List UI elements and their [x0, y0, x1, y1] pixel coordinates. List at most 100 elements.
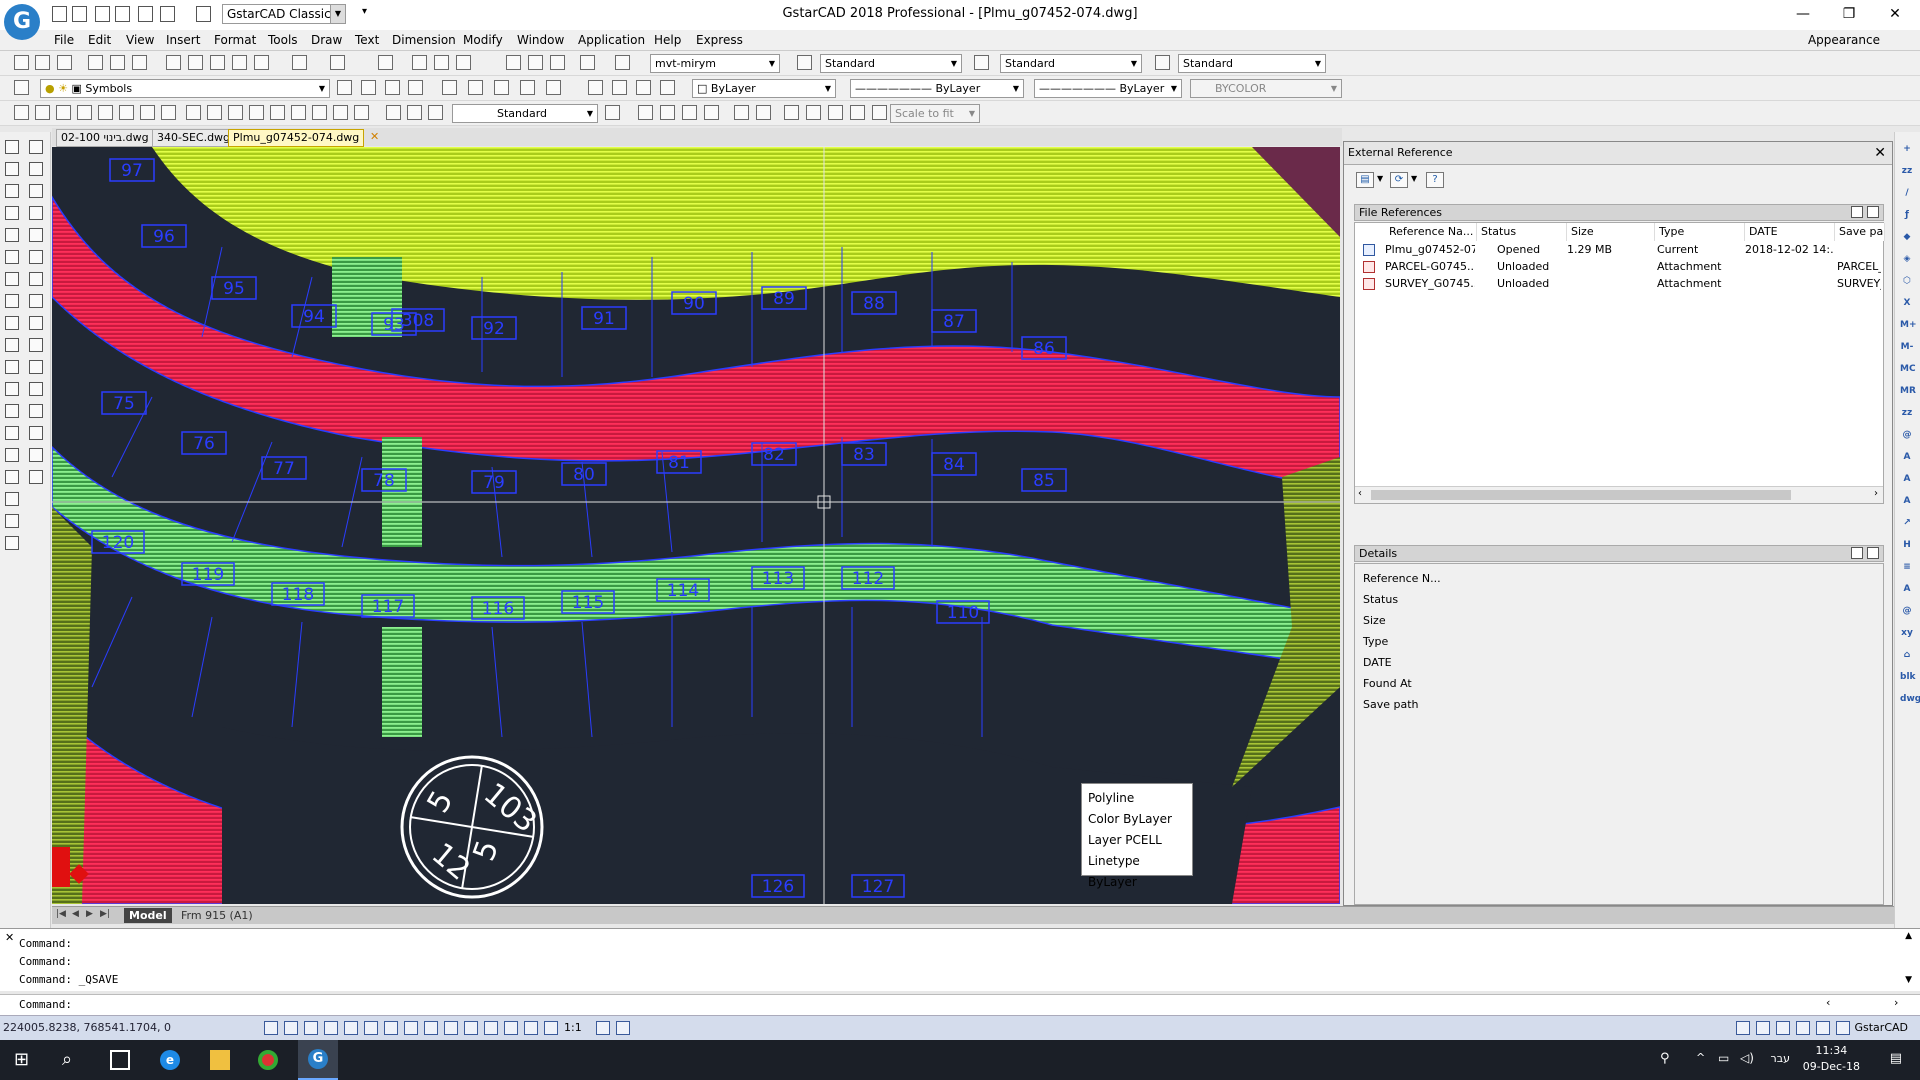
workspace-gear-icon[interactable]: [1736, 1021, 1750, 1035]
menu-view[interactable]: View: [126, 33, 154, 47]
scroll-right-icon[interactable]: ›: [1874, 488, 1878, 499]
doc-tab-340-sec[interactable]: 340-SEC.dwg: [152, 129, 236, 147]
quick-props-icon[interactable]: [464, 1021, 478, 1035]
layer-freeze-icon[interactable]: [468, 80, 483, 95]
express-polygon-icon[interactable]: ⬡: [1900, 274, 1914, 288]
minimize-button[interactable]: —: [1780, 0, 1826, 28]
people-icon[interactable]: ⚲: [1660, 1051, 1670, 1066]
col-status[interactable]: Status: [1477, 223, 1567, 241]
layer-select[interactable]: ● ☀ ▣ Symbols ▼: [40, 79, 330, 98]
table-icon[interactable]: [5, 492, 19, 506]
match-properties-icon[interactable]: [232, 55, 247, 70]
orbit-icon[interactable]: [828, 105, 843, 120]
linear-dim-icon[interactable]: [14, 105, 29, 120]
open-file-icon[interactable]: [72, 6, 87, 22]
new-file-icon[interactable]: [52, 6, 67, 22]
paste-icon[interactable]: [210, 55, 225, 70]
grid-icon[interactable]: [284, 1021, 298, 1035]
scale-icon[interactable]: [29, 294, 43, 308]
redo-icon[interactable]: [330, 55, 345, 70]
linetype-select[interactable]: ——————— ByLayer ▼: [850, 79, 1024, 98]
center-mark-icon[interactable]: [312, 105, 327, 120]
make-current-layer-icon[interactable]: [337, 80, 352, 95]
appearance-menu[interactable]: Appearance: [1808, 33, 1880, 47]
file-explorer-icon[interactable]: [210, 1050, 230, 1070]
next-layout-icon[interactable]: ▶: [86, 909, 93, 919]
express-dwg-icon[interactable]: dwg: [1900, 692, 1920, 706]
viewport-icon[interactable]: [524, 1021, 538, 1035]
doc-tab-binui[interactable]: 02-100 בינוי.dwg: [56, 129, 154, 147]
task-view-icon[interactable]: [110, 1050, 130, 1070]
viewports-icon[interactable]: [638, 105, 653, 120]
text-style-select[interactable]: mvt-mirym ▼: [650, 54, 780, 73]
tpy-icon[interactable]: [444, 1021, 458, 1035]
menu-modify[interactable]: Modify: [463, 33, 503, 47]
chevron-down-icon[interactable]: ▼: [1411, 174, 1417, 183]
rotate-icon[interactable]: [29, 272, 43, 286]
color-select[interactable]: □ ByLayer ▼: [692, 79, 836, 98]
layer-off-icon[interactable]: [442, 80, 457, 95]
save-icon[interactable]: [95, 6, 110, 22]
ellipse-arc-icon[interactable]: [5, 360, 19, 374]
spline-icon[interactable]: [5, 316, 19, 330]
fillet-icon[interactable]: [29, 448, 43, 462]
ortho-icon[interactable]: [304, 1021, 318, 1035]
menu-insert[interactable]: Insert: [166, 33, 200, 47]
zoom-window-icon[interactable]: [434, 55, 449, 70]
arc-length-icon[interactable]: [56, 105, 71, 120]
trim-icon[interactable]: [29, 338, 43, 352]
app-logo[interactable]: G: [4, 4, 40, 40]
notifications-icon[interactable]: ▤: [1890, 1051, 1902, 1066]
hardware-accel-icon[interactable]: [1796, 1021, 1810, 1035]
otrack-icon[interactable]: [364, 1021, 378, 1035]
list-view-icon[interactable]: [1851, 206, 1863, 218]
text-style-icon[interactable]: [615, 55, 630, 70]
chamfer-icon[interactable]: [29, 426, 43, 440]
input-language[interactable]: עבר: [1771, 1052, 1790, 1065]
app-status-label[interactable]: GstarCAD: [1854, 1021, 1908, 1034]
close-icon[interactable]: ✕: [5, 931, 14, 944]
layer-states-icon[interactable]: [660, 80, 675, 95]
menu-draw[interactable]: Draw: [311, 33, 342, 47]
express-shape-icon[interactable]: ◆: [1900, 230, 1914, 244]
dim-update-icon[interactable]: [428, 105, 443, 120]
lineweight-select[interactable]: ——————— ByLayer ▼: [1034, 79, 1182, 98]
close-button[interactable]: ✕: [1872, 0, 1918, 28]
undo-icon[interactable]: [292, 55, 307, 70]
menu-text[interactable]: Text: [355, 33, 379, 47]
save-icon[interactable]: [57, 55, 72, 70]
close-icon[interactable]: ✕: [1870, 142, 1886, 164]
gstarcad-taskbar-item[interactable]: G: [298, 1040, 338, 1080]
table-row[interactable]: Plmu_g07452-074 Opened 1.29 MB Current 2…: [1355, 243, 1883, 259]
dim-style-manager-icon[interactable]: [605, 105, 620, 120]
tab-model[interactable]: Model: [124, 908, 172, 923]
doc-tab-plmu[interactable]: Plmu_g07452-074.dwg: [228, 129, 365, 147]
redo-icon[interactable]: [196, 6, 211, 22]
annotation-visibility-icon[interactable]: [596, 1021, 610, 1035]
table-row[interactable]: PARCEL-G0745... Unloaded Attachment PARC…: [1355, 260, 1883, 276]
viewport-scale-select[interactable]: Scale to fit ▼: [890, 104, 980, 123]
auto-scale-icon[interactable]: [616, 1021, 630, 1035]
scrollbar-thumb[interactable]: [1371, 490, 1791, 500]
close-tab-icon[interactable]: ✕: [370, 130, 379, 143]
revision-cloud-icon[interactable]: [5, 294, 19, 308]
dyn-icon[interactable]: [404, 1021, 418, 1035]
menu-format[interactable]: Format: [214, 33, 256, 47]
express-x-icon[interactable]: X: [1900, 296, 1914, 310]
design-center-icon[interactable]: [528, 55, 543, 70]
tab-frm-915[interactable]: Frm 915 (A1): [176, 908, 258, 923]
ducs-icon[interactable]: [384, 1021, 398, 1035]
layer-manager-icon[interactable]: [14, 80, 29, 95]
express-orbit-icon[interactable]: @: [1900, 604, 1914, 618]
file-references-list[interactable]: Reference Na... Status Size Type DATE Sa…: [1354, 222, 1885, 504]
network-icon[interactable]: ▭: [1718, 1051, 1729, 1065]
polyline-icon[interactable]: [5, 184, 19, 198]
render-icon[interactable]: [850, 105, 865, 120]
menu-file[interactable]: File: [54, 33, 74, 47]
express-h-icon[interactable]: H: [1900, 538, 1914, 552]
table-style-icon[interactable]: [974, 55, 989, 70]
details-view-icon[interactable]: [1851, 547, 1863, 559]
break-icon[interactable]: [29, 382, 43, 396]
preview-view-icon[interactable]: [1867, 547, 1879, 559]
annotation-icon[interactable]: [544, 1021, 558, 1035]
